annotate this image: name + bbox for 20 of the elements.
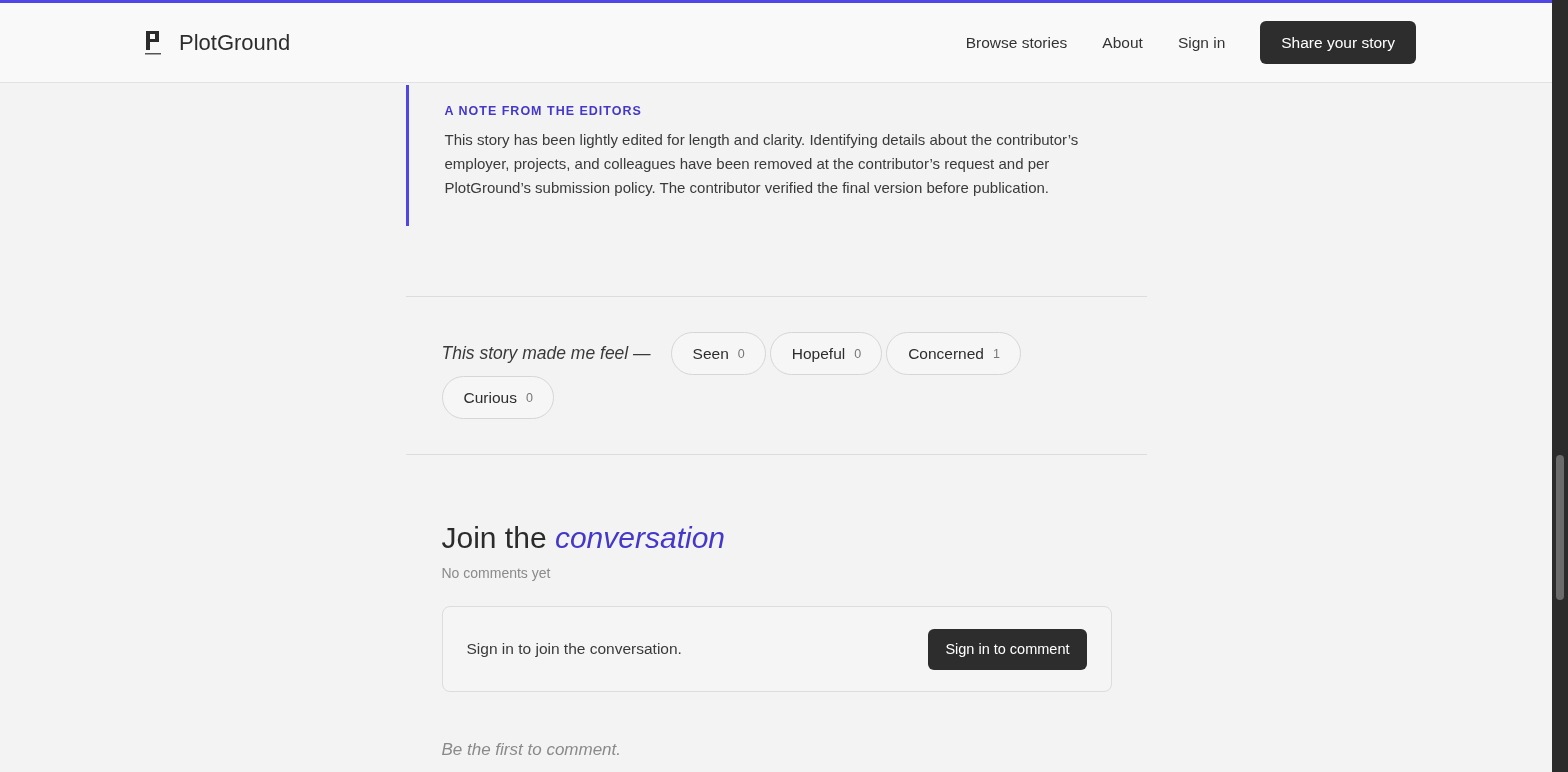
- scrollbar-thumb[interactable]: [1556, 455, 1564, 600]
- reaction-button[interactable]: Concerned 1: [886, 332, 1021, 375]
- comments-heading: Join the conversation: [441, 520, 727, 556]
- reaction-button[interactable]: Curious 0: [441, 376, 554, 419]
- logo-icon[interactable]: [145, 30, 161, 55]
- empty-comments-text: Be the first to comment.: [441, 740, 622, 760]
- nav-link[interactable]: Browse stories: [965, 33, 1068, 52]
- brand-name[interactable]: PlotGround: [179, 29, 291, 56]
- nav-link[interactable]: About: [1102, 33, 1143, 52]
- reaction-button[interactable]: Seen 0: [670, 332, 766, 375]
- reaction-prompt: This story made me feel —: [441, 343, 651, 364]
- note-text: This story has been lightly edited for length and clarity. Identifying details about the contributor’s employer, projects, and colleagues have been removed at the contributor’s request and per PlotGround’s submission policy. The contributor verified the final version before publication.: [444, 130, 1080, 198]
- share-story-button[interactable]: Share your story: [1260, 21, 1416, 64]
- comment-count-text: No comments yet: [441, 565, 552, 581]
- note-label: A NOTE FROM THE EDITORS: [444, 103, 643, 119]
- sign-in-to-comment-button[interactable]: Sign in to comment: [928, 628, 1087, 670]
- sign-in-prompt: Sign in to join the conversation.: [466, 640, 682, 658]
- nav-link[interactable]: Sign in: [1177, 33, 1226, 52]
- scrollbar-track[interactable]: [1552, 0, 1568, 772]
- reaction-button[interactable]: Hopeful 0: [769, 332, 883, 375]
